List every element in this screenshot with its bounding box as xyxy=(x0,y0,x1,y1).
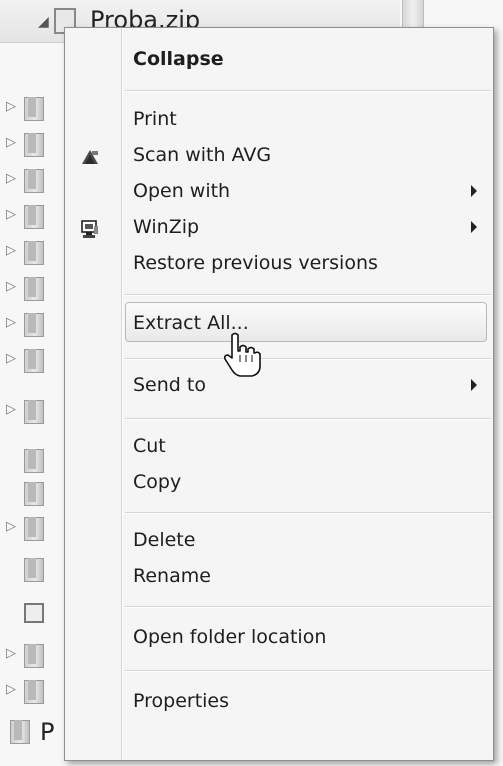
menu-separator xyxy=(125,512,491,514)
submenu-arrow-icon xyxy=(471,379,477,391)
expand-arrow-icon[interactable]: ▷ xyxy=(6,519,16,534)
expand-arrow-icon[interactable]: ▷ xyxy=(6,682,16,697)
menu-item-label: Delete xyxy=(133,529,196,551)
menu-item-open-folder-location[interactable]: Open folder location xyxy=(65,620,493,658)
folder-icon xyxy=(24,97,44,121)
folder-icon xyxy=(24,241,44,265)
menu-item-send-to[interactable]: Send to xyxy=(65,368,493,406)
menu-item-extract-all[interactable]: Extract All... xyxy=(65,302,493,344)
folder-icon xyxy=(24,169,44,193)
menu-item-label: Scan with AVG xyxy=(133,144,272,166)
tree-row[interactable]: ▷ xyxy=(0,167,70,197)
menu-item-label: Open folder location xyxy=(133,626,327,648)
winzip-icon xyxy=(81,220,98,238)
tree-row[interactable]: ▷ xyxy=(0,347,70,377)
zip-file-icon xyxy=(24,603,44,623)
expand-arrow-icon[interactable]: ▷ xyxy=(6,99,16,114)
submenu-arrow-icon xyxy=(471,185,477,197)
menu-item-label: Cut xyxy=(133,435,166,457)
hand-pointer-icon xyxy=(224,332,261,377)
menu-item-label: Open with xyxy=(133,180,231,202)
tree-row[interactable]: ▷ xyxy=(0,203,70,233)
expand-arrow-icon[interactable]: ▷ xyxy=(6,135,16,150)
folder-icon xyxy=(24,133,44,157)
tree-row[interactable] xyxy=(0,447,70,477)
context-menu: Collapse Print Scan with AVG Open with W… xyxy=(64,27,494,761)
folder-icon xyxy=(24,449,44,473)
menu-item-delete[interactable]: Delete xyxy=(65,523,493,561)
folder-icon xyxy=(10,720,30,744)
tree-row[interactable]: ▷ xyxy=(0,678,70,708)
tree-row[interactable]: ▷ xyxy=(0,131,70,161)
folder-icon xyxy=(24,277,44,301)
menu-item-label: Copy xyxy=(133,471,182,493)
tree-row[interactable]: ▷ xyxy=(0,239,70,269)
folder-icon xyxy=(24,482,44,506)
menu-separator xyxy=(125,294,491,296)
menu-item-winzip[interactable]: WinZip xyxy=(65,210,493,248)
menu-item-label: Properties xyxy=(133,690,230,712)
menu-item-restore-previous-versions[interactable]: Restore previous versions xyxy=(65,246,493,284)
expand-arrow-icon[interactable]: ▷ xyxy=(6,279,16,294)
folder-icon xyxy=(24,205,44,229)
menu-item-label: Rename xyxy=(133,565,211,587)
menu-separator xyxy=(125,90,491,92)
folder-icon xyxy=(24,313,44,337)
menu-item-open-with[interactable]: Open with xyxy=(65,174,493,212)
menu-item-collapse[interactable]: Collapse xyxy=(65,42,493,80)
folder-icon xyxy=(24,558,44,582)
menu-item-label: WinZip xyxy=(133,216,200,238)
menu-item-copy[interactable]: Copy xyxy=(65,465,493,503)
menu-separator xyxy=(125,606,491,608)
menu-separator xyxy=(125,418,491,420)
menu-item-label: Restore previous versions xyxy=(133,252,378,274)
folder-icon xyxy=(24,517,44,541)
folder-icon xyxy=(24,680,44,704)
menu-separator xyxy=(125,358,491,360)
tree-row[interactable] xyxy=(0,600,70,630)
tree-row[interactable]: ▷ xyxy=(0,515,70,545)
menu-item-scan-avg[interactable]: Scan with AVG xyxy=(65,138,493,176)
menu-item-print[interactable]: Print xyxy=(65,102,493,140)
folder-icon xyxy=(24,400,44,424)
tree-row[interactable]: ▷ xyxy=(0,275,70,305)
menu-item-label: Send to xyxy=(133,374,206,396)
tree-row[interactable]: ▷ xyxy=(0,398,70,428)
expand-arrow-icon[interactable]: ▷ xyxy=(6,315,16,330)
tree-row[interactable] xyxy=(0,480,70,510)
menu-item-rename[interactable]: Rename xyxy=(65,559,493,597)
tree-item-label[interactable]: P xyxy=(40,718,54,746)
expand-arrow-icon[interactable]: ▷ xyxy=(6,402,16,417)
expand-arrow-icon[interactable]: ▷ xyxy=(6,207,16,222)
folder-icon xyxy=(24,349,44,373)
menu-separator xyxy=(125,670,491,672)
tree-row[interactable]: ▷ xyxy=(0,95,70,125)
tree-row[interactable]: ▷ xyxy=(0,311,70,341)
submenu-arrow-icon xyxy=(471,221,477,233)
expand-arrow-icon[interactable]: ▷ xyxy=(6,646,16,661)
menu-item-label: Collapse xyxy=(133,48,224,70)
tree-row[interactable]: ▷ xyxy=(0,642,70,672)
tree-row[interactable] xyxy=(0,556,70,586)
expand-open-icon[interactable]: ◢ xyxy=(38,14,49,30)
expand-arrow-icon[interactable]: ▷ xyxy=(6,171,16,186)
menu-item-properties[interactable]: Properties xyxy=(65,684,493,722)
expand-arrow-icon[interactable]: ▷ xyxy=(6,351,16,366)
menu-item-cut[interactable]: Cut xyxy=(65,429,493,467)
folder-icon xyxy=(24,644,44,668)
expand-arrow-icon[interactable]: ▷ xyxy=(6,243,16,258)
menu-item-label: Print xyxy=(133,108,177,130)
tree-row[interactable]: P xyxy=(0,718,70,748)
avg-scan-icon xyxy=(82,150,98,164)
